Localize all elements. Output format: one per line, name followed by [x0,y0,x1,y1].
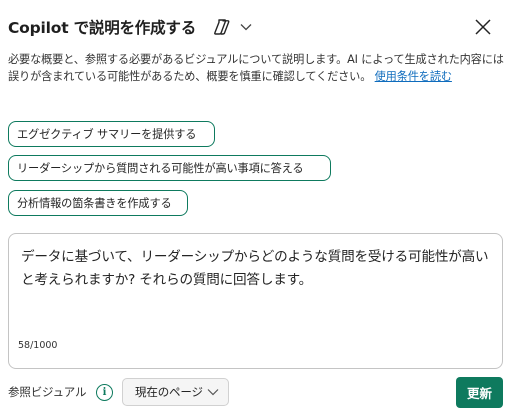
copilot-icon[interactable] [212,17,234,37]
prompt-text[interactable]: データに基づいて、リーダーシップからどのような質問を受ける可能性が高いと考えられ… [21,246,489,292]
close-icon [475,19,491,35]
reference-visual-dropdown[interactable]: 現在のページ [122,378,229,406]
suggestion-executive-summary[interactable]: エグゼクティブ サマリーを提供する [8,121,215,147]
panel-header: Copilot で説明を作成する [8,14,503,40]
suggestion-leadership-questions[interactable]: リーダーシップから質問される可能性が高い事項に答える [8,155,331,181]
info-icon[interactable]: i [96,384,113,401]
update-button[interactable]: 更新 [456,377,503,408]
chevron-down-icon [207,389,219,396]
chevron-down-icon[interactable] [240,20,254,34]
prompt-textarea[interactable]: データに基づいて、リーダーシップからどのような質問を受ける可能性が高いと考えられ… [8,233,503,369]
character-counter: 58/1000 [18,340,58,351]
panel-title: Copilot で説明を作成する [8,19,197,37]
dropdown-value: 現在のページ [135,385,203,399]
terms-link[interactable]: 使用条件を読む [375,70,452,83]
suggestion-insight-bullets[interactable]: 分析情報の箇条書きを作成する [8,190,188,216]
close-button[interactable] [471,15,495,39]
description: 必要な概要と、参照する必要があるビジュアルについて説明します。AI によって生成… [8,51,504,85]
reference-visual-label: 参照ビジュアル [8,385,87,399]
